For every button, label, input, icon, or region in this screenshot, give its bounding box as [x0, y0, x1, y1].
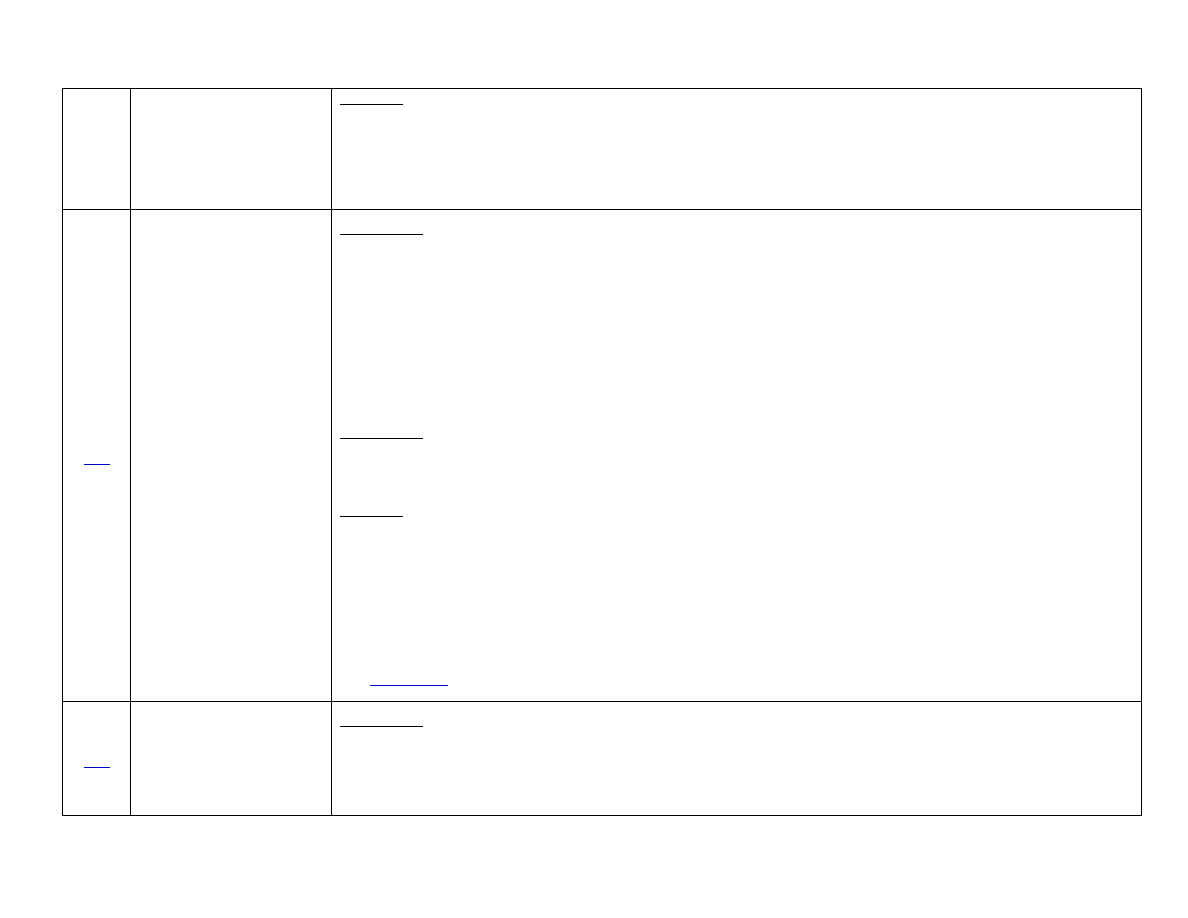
- row-content-cell: [332, 702, 1141, 815]
- row-label-cell: [131, 210, 332, 701]
- table-row: [63, 89, 1141, 210]
- row-content-cell: [332, 210, 1141, 701]
- heading-underline: [340, 104, 403, 105]
- footer-link-underline[interactable]: [370, 685, 448, 686]
- heading-underline: [340, 234, 423, 235]
- row-number-link-underline[interactable]: [84, 767, 110, 768]
- heading-underline: [340, 516, 403, 517]
- heading-underline: [340, 726, 423, 727]
- row-number-cell: [63, 89, 131, 209]
- row-label-cell: [131, 89, 332, 209]
- document-table: [62, 88, 1142, 816]
- row-label-cell: [131, 702, 332, 815]
- row-number-cell: [63, 210, 131, 701]
- table-row: [63, 210, 1141, 702]
- heading-underline: [340, 438, 423, 439]
- row-number-cell: [63, 702, 131, 815]
- table-row: [63, 702, 1141, 815]
- row-number-link-underline[interactable]: [84, 464, 110, 465]
- row-content-cell: [332, 89, 1141, 209]
